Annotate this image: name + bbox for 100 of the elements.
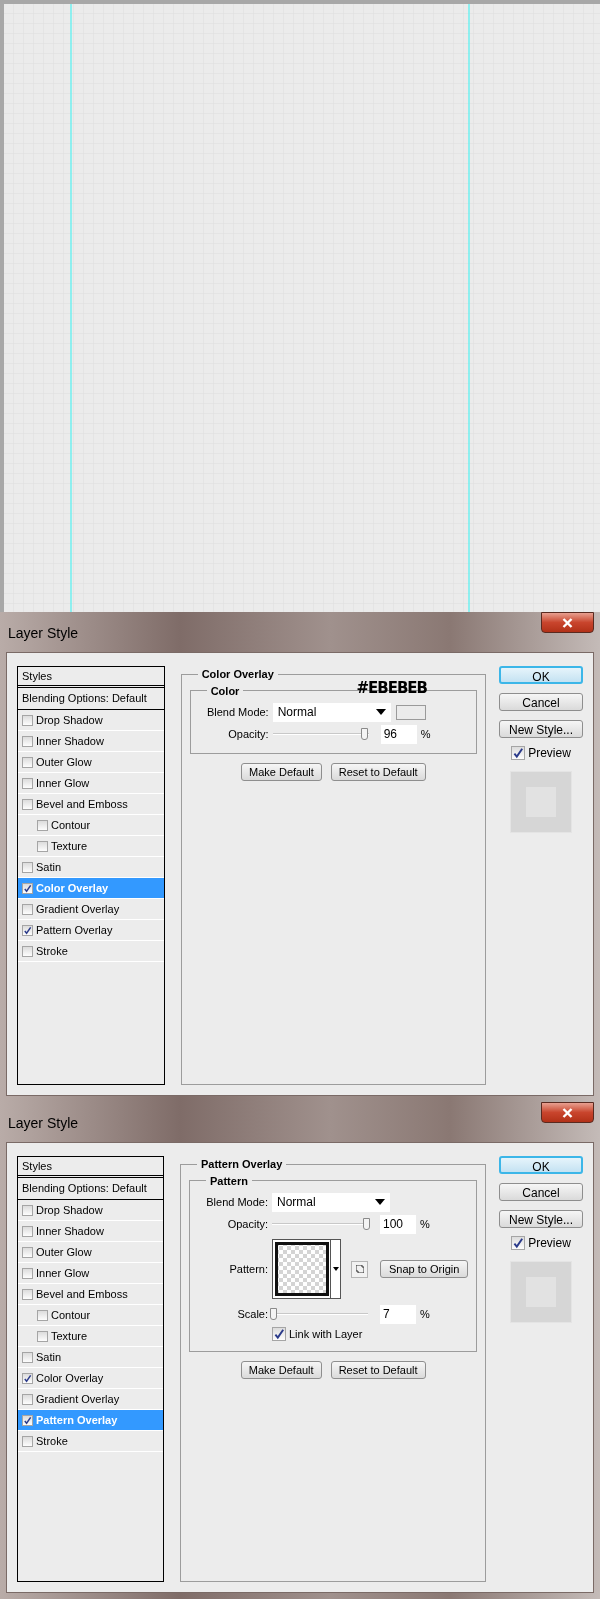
- dialog-button[interactable]: Cancel: [499, 693, 583, 711]
- close-button[interactable]: [541, 612, 594, 633]
- style-list-item[interactable]: Texture: [18, 1326, 163, 1347]
- style-list-item[interactable]: Stroke: [18, 941, 164, 962]
- checkbox[interactable]: [22, 924, 33, 936]
- checkbox[interactable]: [22, 777, 33, 789]
- panel-button[interactable]: Make Default: [241, 763, 322, 781]
- group-title: Color: [209, 683, 241, 699]
- blending-options-item[interactable]: Blending Options: Default: [18, 688, 164, 710]
- style-list-item[interactable]: Outer Glow: [18, 752, 164, 773]
- checkbox[interactable]: [22, 903, 33, 915]
- dialog-button[interactable]: New Style...: [499, 1210, 583, 1228]
- checkbox[interactable]: [22, 1393, 33, 1405]
- snap-to-origin-button[interactable]: Snap to Origin: [380, 1260, 469, 1278]
- value-field[interactable]: 96: [380, 724, 417, 744]
- style-list-item[interactable]: Color Overlay: [18, 1368, 163, 1389]
- caret-icon: [332, 1267, 339, 1271]
- field-label: Blend Mode:: [205, 704, 269, 720]
- slider-thumb[interactable]: [363, 1218, 371, 1230]
- slider-thumb[interactable]: [269, 1308, 277, 1320]
- checkbox[interactable]: [22, 945, 33, 957]
- checkbox[interactable]: [22, 798, 33, 810]
- dialog-button[interactable]: New Style...: [499, 720, 583, 738]
- checkbox-label: Preview: [528, 1235, 571, 1252]
- style-list-item[interactable]: Bevel and Emboss: [18, 1284, 163, 1305]
- slider[interactable]: [272, 728, 369, 740]
- close-icon: [562, 617, 573, 628]
- unit-label: %: [420, 726, 431, 742]
- pattern-picker[interactable]: [272, 1239, 341, 1299]
- style-list-item[interactable]: Inner Glow: [18, 773, 164, 794]
- checkbox[interactable]: [22, 1225, 33, 1237]
- dialog-button[interactable]: OK: [499, 1156, 583, 1174]
- close-button[interactable]: [541, 1102, 594, 1123]
- checkbox[interactable]: [37, 1309, 48, 1321]
- checkbox[interactable]: [22, 861, 33, 873]
- slider[interactable]: [272, 1218, 368, 1230]
- unit-label: %: [420, 1216, 430, 1232]
- checkbox[interactable]: [22, 1267, 33, 1279]
- checkbox[interactable]: [511, 746, 526, 760]
- style-list-item[interactable]: Contour: [18, 815, 164, 836]
- unit-label: %: [420, 1306, 430, 1322]
- style-list-item[interactable]: Outer Glow: [18, 1242, 163, 1263]
- section-title: Pattern Overlay: [200, 1157, 284, 1172]
- style-list-item[interactable]: Texture: [18, 836, 164, 857]
- style-list-item[interactable]: Pattern Overlay: [18, 920, 164, 941]
- checkbox-label: Preview: [528, 745, 571, 762]
- checkbox[interactable]: [22, 1288, 33, 1300]
- style-list-item[interactable]: Satin: [18, 1347, 163, 1368]
- new-preset-button[interactable]: [351, 1260, 368, 1278]
- checkbox[interactable]: [37, 1330, 48, 1342]
- group-title: Pattern: [209, 1173, 249, 1189]
- field-label: Scale:: [236, 1306, 268, 1322]
- style-list-item[interactable]: Contour: [18, 1305, 163, 1326]
- style-list-item[interactable]: Bevel and Emboss: [18, 794, 164, 815]
- style-list-item[interactable]: Inner Shadow: [18, 731, 164, 752]
- checkbox[interactable]: [22, 1246, 33, 1258]
- style-list-item[interactable]: Inner Shadow: [18, 1221, 163, 1242]
- list-header[interactable]: Styles: [18, 1157, 163, 1178]
- dialog-button[interactable]: Cancel: [499, 1183, 583, 1201]
- caret-icon: [375, 1199, 385, 1205]
- slider-thumb[interactable]: [360, 728, 368, 740]
- slider[interactable]: [272, 1308, 368, 1320]
- checkbox[interactable]: [22, 1204, 33, 1216]
- checkbox[interactable]: [22, 735, 33, 747]
- style-list-item[interactable]: Drop Shadow: [18, 1200, 163, 1221]
- style-list-item[interactable]: Inner Glow: [18, 1263, 163, 1284]
- style-list-item[interactable]: Gradient Overlay: [18, 899, 164, 920]
- checkbox[interactable]: [22, 714, 33, 726]
- window-title: Layer Style: [8, 1114, 79, 1133]
- checkbox-label: Link with Layer: [289, 1326, 363, 1342]
- color-swatch[interactable]: [395, 704, 426, 720]
- checkbox[interactable]: [22, 882, 33, 894]
- checkbox[interactable]: [22, 1414, 33, 1426]
- field-label: Opacity:: [227, 726, 269, 742]
- style-list-item[interactable]: Drop Shadow: [18, 710, 164, 731]
- dropdown[interactable]: Normal: [272, 702, 391, 722]
- checkbox[interactable]: [22, 1351, 33, 1363]
- checkbox[interactable]: [511, 1236, 526, 1250]
- field-label: Pattern:: [228, 1261, 268, 1277]
- style-list-item[interactable]: Stroke: [18, 1431, 163, 1452]
- panel-button[interactable]: Reset to Default: [330, 763, 426, 781]
- color-code-annotation: #EBEBEB: [356, 679, 427, 696]
- close-icon: [562, 1107, 573, 1118]
- panel-button[interactable]: Reset to Default: [330, 1361, 426, 1379]
- panel-button[interactable]: Make Default: [240, 1361, 322, 1379]
- checkbox[interactable]: [37, 819, 48, 831]
- checkbox[interactable]: [37, 840, 48, 852]
- blending-options-item[interactable]: Blending Options: Default: [18, 1178, 163, 1200]
- checkbox[interactable]: [22, 756, 33, 768]
- checkbox[interactable]: [22, 1372, 33, 1384]
- value-field[interactable]: 100: [380, 1214, 416, 1234]
- checkbox[interactable]: [272, 1327, 286, 1341]
- dropdown[interactable]: Normal: [272, 1192, 390, 1212]
- list-header[interactable]: Styles: [18, 667, 164, 688]
- dialog-button[interactable]: OK: [499, 666, 583, 684]
- pattern-swatch: [275, 1242, 329, 1296]
- window-title: Layer Style: [8, 624, 79, 643]
- section-title: Color Overlay: [200, 667, 275, 682]
- checkbox[interactable]: [22, 1435, 33, 1447]
- value-field[interactable]: 7: [380, 1304, 416, 1324]
